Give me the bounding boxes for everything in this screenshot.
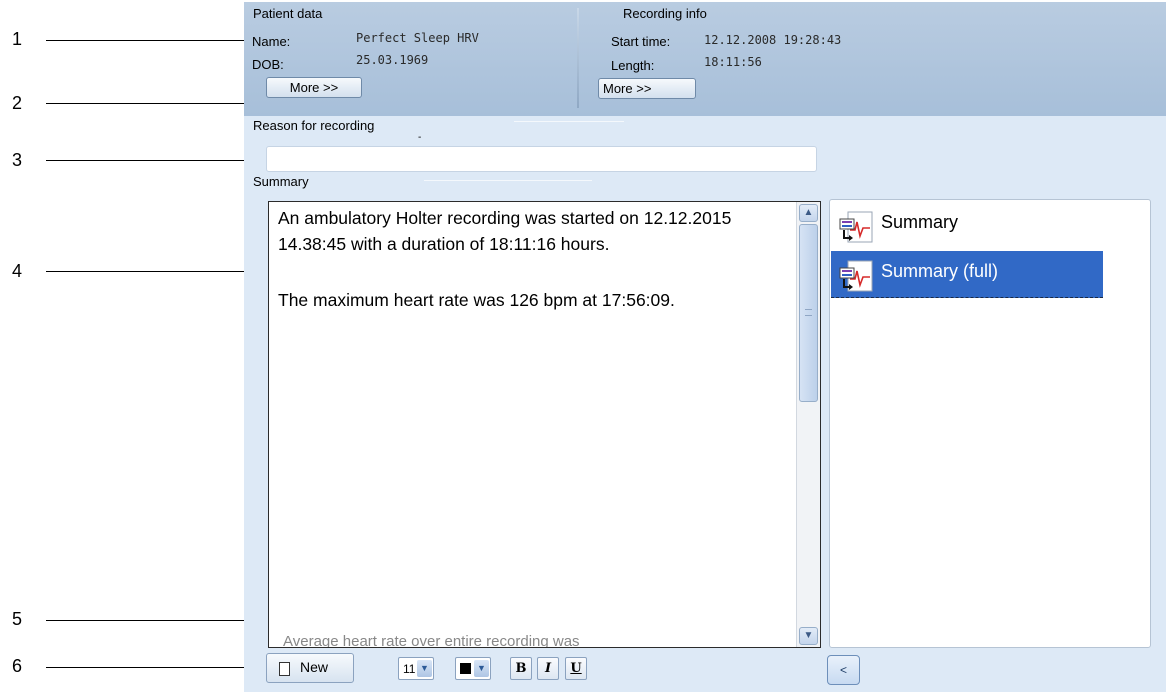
- reason-dash: -: [418, 132, 422, 143]
- report-template-icon: [839, 260, 873, 292]
- template-item-label: Summary (full): [881, 261, 999, 281]
- patient-more-button[interactable]: More >>: [266, 77, 362, 98]
- summary-cut-off-line: Average heart rate over entire recording…: [283, 633, 580, 648]
- callout-number-6: 6: [12, 656, 23, 676]
- underline-button[interactable]: U: [565, 657, 587, 680]
- scrollbar-thumb[interactable]: [799, 224, 818, 402]
- template-item-summary[interactable]: Summary: [831, 202, 1103, 249]
- font-size-select[interactable]: 11 ▼: [398, 657, 434, 680]
- callout-line-6: [46, 667, 264, 668]
- callout-number-1: 1: [12, 29, 23, 49]
- new-document-icon: [279, 662, 290, 676]
- new-button[interactable]: New: [266, 653, 354, 683]
- header-divider: [577, 8, 579, 108]
- recording-more-button[interactable]: More >>: [598, 78, 696, 99]
- chevron-down-icon[interactable]: ▼: [417, 660, 432, 677]
- patient-data-title: Patient data: [253, 6, 323, 21]
- recording-start-value: 12.12.2008 19:28:43: [704, 33, 842, 47]
- summary-text-editor[interactable]: An ambulatory Holter recording was start…: [268, 201, 821, 648]
- patient-dob-label: DOB:: [252, 57, 284, 72]
- summary-paragraph-2: The maximum heart rate was 126 bpm at 17…: [278, 290, 675, 310]
- template-item-label: Summary: [881, 212, 959, 232]
- recording-length-value: 18:11:56: [704, 55, 762, 69]
- collapse-panel-button[interactable]: <: [827, 655, 860, 685]
- report-window: Patient data Name: Perfect Sleep HRV DOB…: [244, 2, 1166, 692]
- recording-length-label: Length:: [611, 58, 655, 73]
- template-item-summary-full[interactable]: Summary (full): [831, 251, 1103, 298]
- reason-label-rule: [514, 121, 624, 122]
- callout-number-2: 2: [12, 93, 23, 113]
- scrollbar-grip-icon: [805, 309, 812, 316]
- callout-number-5: 5: [12, 609, 23, 629]
- report-template-icon: [839, 211, 873, 243]
- text-color-select[interactable]: ▼: [455, 657, 491, 680]
- summary-label: Summary: [253, 174, 309, 189]
- callout-number-4: 4: [12, 261, 23, 281]
- patient-name-value: Perfect Sleep HRV: [356, 31, 479, 45]
- callout-line-3: [46, 160, 264, 161]
- new-button-label: New: [300, 659, 329, 675]
- recording-start-label: Start time:: [611, 34, 671, 49]
- summary-paragraph-1: An ambulatory Holter recording was start…: [278, 208, 732, 254]
- color-swatch-icon: [460, 663, 471, 674]
- callout-number-3: 3: [12, 150, 23, 170]
- recording-info-title: Recording info: [623, 6, 707, 21]
- chevron-down-icon[interactable]: ▼: [474, 660, 489, 677]
- scroll-up-arrow-icon[interactable]: ▲: [799, 204, 818, 222]
- header-panel: Patient data Name: Perfect Sleep HRV DOB…: [244, 2, 1166, 116]
- reason-input[interactable]: [266, 146, 817, 172]
- reason-label: Reason for recording: [253, 118, 375, 133]
- font-size-value: 11: [403, 662, 416, 676]
- italic-button[interactable]: I: [537, 657, 559, 680]
- callout-line-1: [46, 40, 264, 41]
- summary-template-list[interactable]: Summary Summary (full): [829, 199, 1151, 648]
- summary-label-rule: [424, 180, 592, 181]
- patient-dob-value: 25.03.1969: [356, 53, 429, 67]
- patient-name-label: Name:: [252, 34, 291, 49]
- scroll-down-arrow-icon[interactable]: ▼: [799, 627, 818, 645]
- summary-scrollbar[interactable]: ▲ ▼: [796, 202, 820, 647]
- bold-button[interactable]: B: [510, 657, 532, 680]
